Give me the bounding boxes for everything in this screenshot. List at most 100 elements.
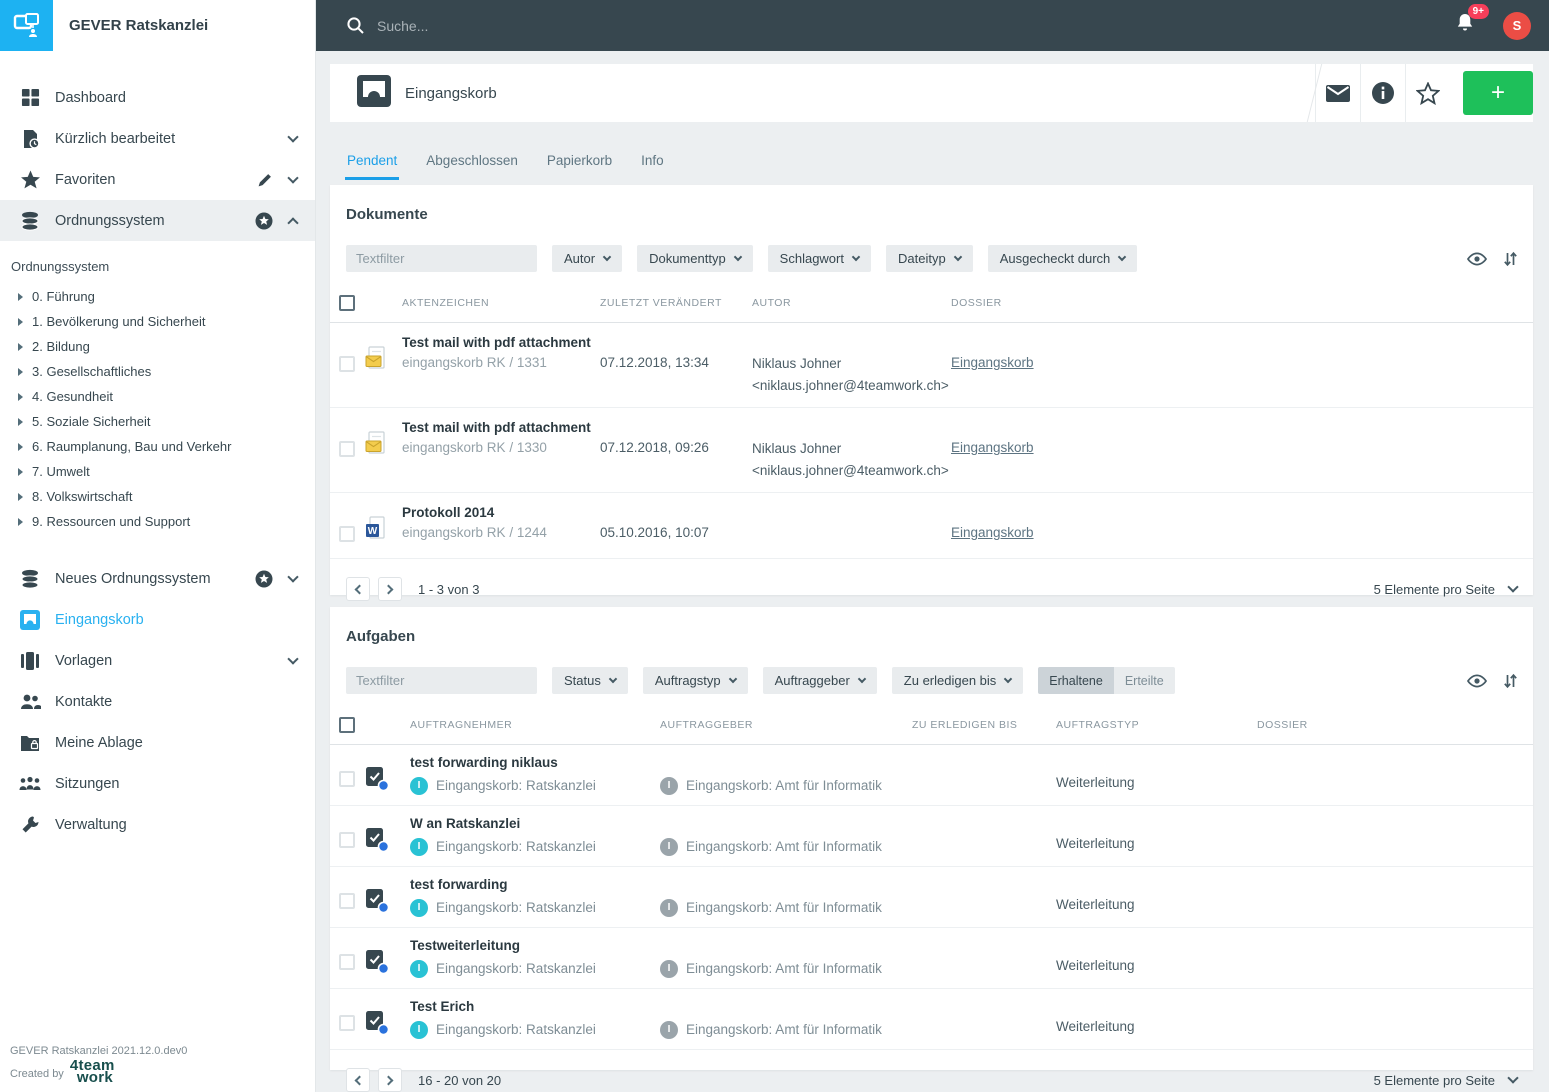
task-row[interactable]: Test Erich I Eingangskorb: Ratskanzlei IE… — [330, 989, 1533, 1050]
sidebar-item-verwaltung[interactable]: Verwaltung — [0, 804, 315, 845]
tree-item-9[interactable]: 9. Ressourcen und Support — [0, 509, 315, 534]
tree-expand-icon[interactable] — [18, 317, 23, 326]
filter-zu-erledigen-bis[interactable]: Zu erledigen bis — [891, 667, 1024, 694]
column-visibility-button[interactable] — [1467, 674, 1487, 688]
sidebar-item-vorlagen[interactable]: Vorlagen — [0, 640, 315, 681]
sort-button[interactable] — [1503, 251, 1517, 267]
favorite-button[interactable] — [1405, 64, 1450, 122]
document-title[interactable]: Test mail with pdf attachment — [402, 333, 600, 353]
select-all-checkbox[interactable] — [339, 295, 355, 311]
filter-auftragstyp[interactable]: Auftragstyp — [642, 667, 748, 694]
filter-schlagwort[interactable]: Schlagwort — [767, 245, 871, 272]
filter-ausgecheckt-durch[interactable]: Ausgecheckt durch — [987, 245, 1138, 272]
tree-expand-icon[interactable] — [18, 367, 23, 376]
filter-auftraggeber[interactable]: Auftraggeber — [762, 667, 877, 694]
row-checkbox[interactable] — [339, 356, 355, 372]
documents-textfilter-input[interactable] — [346, 245, 537, 272]
sort-button[interactable] — [1503, 673, 1517, 689]
document-title[interactable]: Protokoll 2014 — [402, 503, 600, 523]
sidebar-item-neues-ordnungssystem[interactable]: Neues Ordnungssystem — [0, 558, 315, 599]
tree-expand-icon[interactable] — [18, 342, 23, 351]
filter-dokumenttyp[interactable]: Dokumenttyp — [637, 245, 753, 272]
per-page-select[interactable]: 5 Elemente pro Seite — [1374, 1072, 1519, 1088]
chevron-down-icon[interactable] — [287, 570, 299, 583]
next-page-button[interactable] — [378, 577, 402, 601]
4teamwork-logo[interactable]: 4team work — [70, 1058, 115, 1085]
per-page-select[interactable]: 5 Elemente pro Seite — [1374, 581, 1519, 597]
tree-expand-icon[interactable] — [18, 492, 23, 501]
column-header[interactable]: DOSSIER — [951, 297, 1533, 309]
tree-heading[interactable]: Ordnungssystem — [0, 257, 315, 284]
sidebar-item-eingangskorb[interactable]: Eingangskorb — [0, 599, 315, 640]
dossier-link[interactable]: Eingangskorb — [951, 440, 1034, 455]
toggle-erhaltene[interactable]: Erhaltene — [1038, 667, 1114, 694]
tree-item-4[interactable]: 4. Gesundheit — [0, 384, 315, 409]
favorite-badge-icon[interactable] — [255, 212, 273, 230]
notifications-button[interactable]: 9+ — [1455, 4, 1489, 39]
column-header[interactable]: ZULETZT VERÄNDERT — [600, 297, 752, 309]
tasks-textfilter-input[interactable] — [346, 667, 537, 694]
task-row[interactable]: test forwarding I Eingangskorb: Ratskanzl… — [330, 867, 1533, 928]
tree-item-1[interactable]: 1. Bevölkerung und Sicherheit — [0, 309, 315, 334]
tree-item-6[interactable]: 6. Raumplanung, Bau und Verkehr — [0, 434, 315, 459]
tab-papierkorb[interactable]: Papierkorb — [545, 145, 614, 180]
column-header[interactable]: AUTOR — [752, 297, 951, 309]
task-row[interactable]: test forwarding niklaus I Eingangskorb: R… — [330, 745, 1533, 806]
task-title[interactable]: Testweiterleitung — [410, 936, 660, 956]
chevron-down-icon[interactable] — [287, 130, 299, 143]
task-title[interactable]: Test Erich — [410, 997, 660, 1017]
tree-item-7[interactable]: 7. Umwelt — [0, 459, 315, 484]
search-input[interactable] — [377, 17, 877, 34]
filter-dateityp[interactable]: Dateityp — [885, 245, 973, 272]
task-row[interactable]: Testweiterleitung I Eingangskorb: Ratskan… — [330, 928, 1533, 989]
column-header[interactable]: AKTENZEICHEN — [402, 297, 600, 309]
row-checkbox[interactable] — [339, 441, 355, 457]
tab-pendent[interactable]: Pendent — [345, 145, 400, 180]
tree-expand-icon[interactable] — [18, 392, 23, 401]
document-row[interactable]: Test mail with pdf attachment eingangsko… — [330, 323, 1533, 408]
tree-item-0[interactable]: 0. Führung — [0, 284, 315, 309]
next-page-button[interactable] — [378, 1068, 402, 1092]
favorite-badge-icon[interactable] — [255, 570, 273, 588]
chevron-down-icon[interactable] — [287, 652, 299, 665]
sidebar-item-meine-ablage[interactable]: Meine Ablage — [0, 722, 315, 763]
tree-expand-icon[interactable] — [18, 467, 23, 476]
filter-status[interactable]: Status — [552, 667, 628, 694]
tree-item-2[interactable]: 2. Bildung — [0, 334, 315, 359]
sidebar-item-sitzungen[interactable]: Sitzungen — [0, 763, 315, 804]
prev-page-button[interactable] — [346, 1068, 370, 1092]
document-row[interactable]: Test mail with pdf attachment eingangsko… — [330, 408, 1533, 493]
column-header[interactable]: AUFTRAGSTYP — [1056, 719, 1257, 731]
global-search[interactable] — [346, 16, 1455, 35]
sidebar-item-recently-edited[interactable]: Kürzlich bearbeitet — [0, 118, 315, 159]
column-header[interactable]: ZU ERLEDIGEN BIS — [912, 719, 1056, 731]
edit-pencil-icon[interactable] — [257, 172, 273, 188]
tab-info[interactable]: Info — [639, 145, 666, 180]
task-title[interactable]: W an Ratskanzlei — [410, 814, 660, 834]
row-checkbox[interactable] — [339, 893, 355, 909]
avatar[interactable]: S — [1503, 11, 1531, 40]
task-title[interactable]: test forwarding niklaus — [410, 753, 660, 773]
column-header[interactable]: DOSSIER — [1257, 719, 1533, 731]
sidebar-item-ordnungssystem[interactable]: Ordnungssystem — [0, 200, 315, 241]
tree-item-8[interactable]: 8. Volkswirtschaft — [0, 484, 315, 509]
row-checkbox[interactable] — [339, 526, 355, 542]
sidebar-item-favorites[interactable]: Favoriten — [0, 159, 315, 200]
column-header[interactable]: AUFTRAGNEHMER — [410, 719, 660, 731]
tree-expand-icon[interactable] — [18, 517, 23, 526]
app-logo-row[interactable]: GEVER Ratskanzlei — [0, 0, 315, 51]
sidebar-item-dashboard[interactable]: Dashboard — [0, 77, 315, 118]
send-mail-button[interactable] — [1315, 64, 1360, 122]
toggle-erteilte[interactable]: Erteilte — [1113, 667, 1175, 694]
row-checkbox[interactable] — [339, 1015, 355, 1031]
tree-item-3[interactable]: 3. Gesellschaftliches — [0, 359, 315, 384]
tree-item-5[interactable]: 5. Soziale Sicherheit — [0, 409, 315, 434]
chevron-up-icon[interactable] — [287, 216, 299, 229]
dossier-link[interactable]: Eingangskorb — [951, 525, 1034, 540]
row-checkbox[interactable] — [339, 771, 355, 787]
document-row[interactable]: W Protokoll 2014 eingangskorb RK / 1244 … — [330, 493, 1533, 559]
task-row[interactable]: W an Ratskanzlei I Eingangskorb: Ratskanz… — [330, 806, 1533, 867]
tree-expand-icon[interactable] — [18, 442, 23, 451]
row-checkbox[interactable] — [339, 954, 355, 970]
tree-expand-icon[interactable] — [18, 292, 23, 301]
